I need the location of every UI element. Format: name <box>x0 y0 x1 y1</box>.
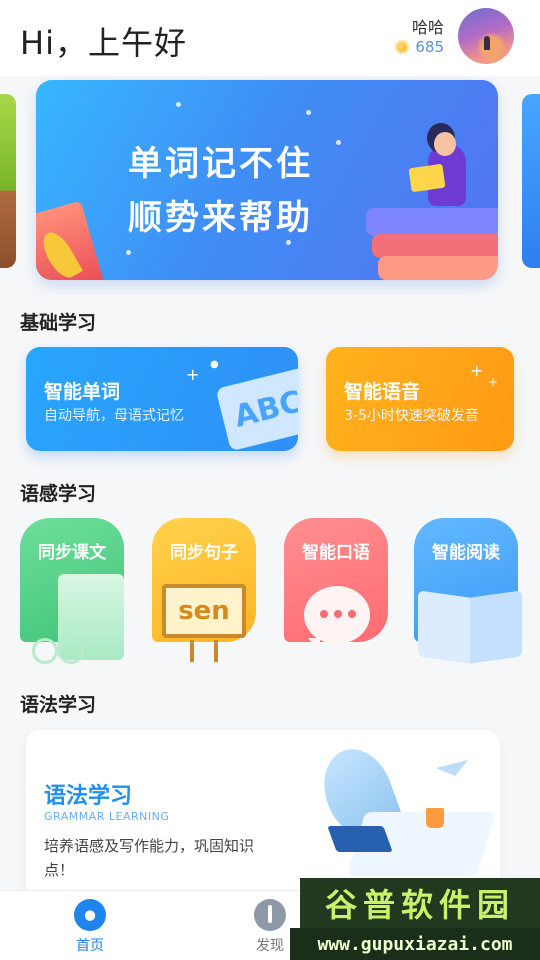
smart-words-card[interactable]: + ● ABC 智能单词 自动导航，母语式记忆 <box>26 347 298 451</box>
banner-prev-slide[interactable] <box>0 94 16 268</box>
smart-speaking-tile[interactable]: 智能口语 <box>284 518 388 668</box>
smart-words-title: 智能单词 <box>44 381 121 403</box>
sync-sentence-label: 同步句子 <box>170 543 238 563</box>
sync-text-label: 同步课文 <box>38 543 106 563</box>
compass-icon <box>254 899 286 931</box>
section-title-sense: 语感学习 <box>20 483 97 505</box>
banner-headline-2: 顺势来帮助 <box>128 198 313 238</box>
smart-speaking-label: 智能口语 <box>302 543 370 563</box>
banner-headline-1: 单词记不住 <box>128 144 313 184</box>
grammar-card-description: 培养语感及写作能力，巩固知识点！ <box>44 837 255 879</box>
smart-reading-label: 智能阅读 <box>432 543 500 563</box>
graduation-cap-icon <box>327 826 393 852</box>
username[interactable]: 哈哈 <box>412 14 444 38</box>
avatar[interactable] <box>458 8 514 64</box>
robot-icon <box>74 899 106 931</box>
glasses-icon <box>32 636 84 664</box>
book-stack-illustration <box>366 208 498 236</box>
coin-balance[interactable]: 685 <box>395 38 444 56</box>
coin-icon <box>395 40 410 54</box>
open-book-icon <box>418 584 526 664</box>
banner-next-slide[interactable] <box>522 94 540 268</box>
sync-text-tile[interactable]: 同步课文 <box>20 518 124 668</box>
smart-voice-title: 智能语音 <box>344 381 421 403</box>
sync-sentence-tile[interactable]: 同步句子 sen <box>152 518 256 668</box>
mug-icon <box>426 808 444 828</box>
smart-voice-subtitle: 3-5小时快速突破发音 <box>344 408 479 424</box>
coin-count: 685 <box>415 38 444 56</box>
blackboard-icon: sen <box>162 584 246 638</box>
section-title-grammar: 语法学习 <box>20 694 97 716</box>
smart-voice-card[interactable]: + + 智能语音 3-5小时快速突破发音 <box>326 347 514 451</box>
abc-card-illustration: ABC <box>215 366 298 451</box>
section-title-basic: 基础学习 <box>20 312 97 334</box>
nav-home-label: 首页 <box>76 938 104 954</box>
nav-home[interactable]: 首页 <box>50 899 130 955</box>
watermark-url: www.gupuxiazai.com <box>290 928 540 960</box>
smart-words-subtitle: 自动导航，母语式记忆 <box>44 408 184 424</box>
paper-plane-icon <box>436 760 468 776</box>
smart-reading-tile[interactable]: 智能阅读 <box>414 518 518 668</box>
grammar-card-title: 语法学习 <box>44 784 133 809</box>
banner-slide[interactable]: 单词记不住 顺势来帮助 <box>36 80 498 280</box>
sparkle-icon: + <box>470 361 484 380</box>
app-header: Hi，上午好 哈哈 685 <box>0 0 540 76</box>
greeting-text: Hi，上午好 <box>20 24 187 62</box>
grammar-card[interactable]: 语法学习 GRAMMAR LEARNING 培养语感及写作能力，巩固知识点！ <box>26 730 500 900</box>
sparkle-icon: + <box>186 365 200 384</box>
easel-icon <box>190 640 218 662</box>
grammar-card-subtitle: GRAMMAR LEARNING <box>44 810 170 823</box>
watermark-logo: 谷普软件园 <box>300 878 540 928</box>
